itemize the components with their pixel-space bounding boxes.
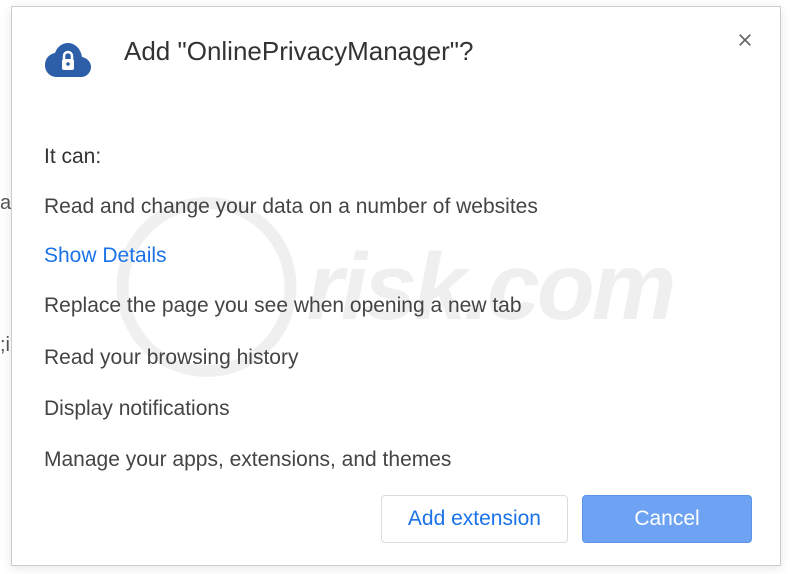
- add-extension-button[interactable]: Add extension: [381, 495, 568, 543]
- permission-item: Replace the page you see when opening a …: [44, 292, 748, 319]
- permission-item: Read and change your data on a number of…: [44, 193, 748, 220]
- background-text-fragment: ;i: [0, 334, 10, 357]
- extension-icon: [44, 37, 92, 85]
- extension-install-dialog: Add "OnlinePrivacyManager"? It can: Read…: [11, 6, 781, 566]
- permission-item: Read your browsing history: [44, 344, 748, 371]
- permission-item: Display notifications: [44, 395, 748, 422]
- background-text-fragment: a: [0, 192, 11, 215]
- dialog-content: Add "OnlinePrivacyManager"? It can: Read…: [12, 7, 780, 565]
- dialog-actions: Add extension Cancel: [381, 495, 752, 543]
- permissions-heading: It can:: [44, 145, 748, 169]
- permissions-section: It can: Read and change your data on a n…: [44, 145, 748, 473]
- cancel-button[interactable]: Cancel: [582, 495, 752, 543]
- cloud-lock-icon: [44, 37, 92, 85]
- close-button[interactable]: [730, 25, 760, 55]
- show-details-link[interactable]: Show Details: [44, 244, 167, 268]
- permission-item: Manage your apps, extensions, and themes: [44, 446, 748, 473]
- dialog-header: Add "OnlinePrivacyManager"?: [44, 35, 748, 85]
- dialog-title: Add "OnlinePrivacyManager"?: [124, 35, 748, 69]
- close-icon: [735, 30, 755, 50]
